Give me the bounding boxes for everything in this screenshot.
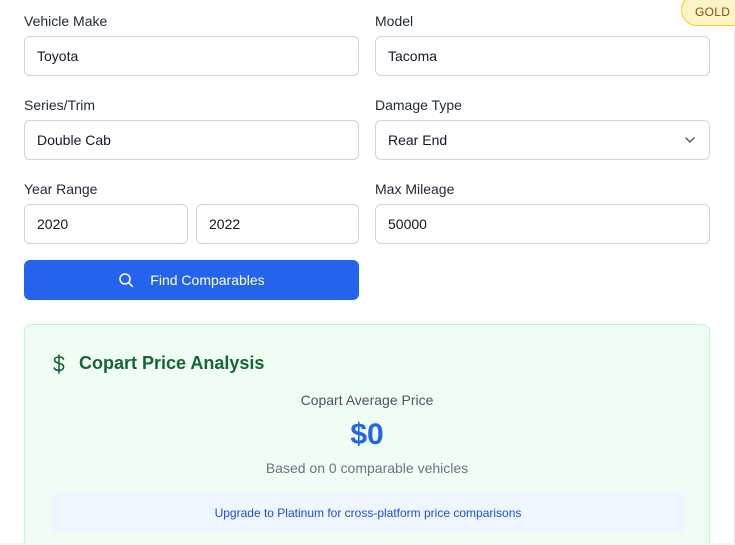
series-trim-label: Series/Trim <box>24 97 96 113</box>
search-icon <box>119 273 134 288</box>
max-mileage-input[interactable] <box>375 204 710 244</box>
series-trim-input[interactable] <box>24 120 359 160</box>
model-input[interactable] <box>375 36 710 76</box>
tier-badge: GOLD <box>681 0 735 26</box>
year-from-input[interactable] <box>24 204 188 244</box>
find-comparables-label: Find Comparables <box>150 272 265 288</box>
damage-type-select[interactable]: Rear End <box>375 120 710 160</box>
find-comparables-button[interactable]: Find Comparables <box>24 260 359 300</box>
average-price-value: $0 <box>350 418 384 451</box>
year-range-label: Year Range <box>24 181 98 197</box>
year-to-input[interactable] <box>196 204 359 244</box>
vehicle-make-input[interactable] <box>24 36 359 76</box>
vehicle-make-label: Vehicle Make <box>24 13 108 29</box>
max-mileage-label: Max Mileage <box>375 181 455 197</box>
comparables-count-text: Based on 0 comparable vehicles <box>265 460 469 476</box>
panel-title-text: Copart Price Analysis <box>79 353 265 373</box>
damage-type-value: Rear End <box>388 132 448 148</box>
dollar-icon <box>53 353 65 374</box>
upgrade-notice[interactable]: Upgrade to Platinum for cross-platform p… <box>51 493 685 533</box>
chevron-down-icon <box>685 137 695 143</box>
average-price-label: Copart Average Price <box>300 392 434 408</box>
damage-type-label: Damage Type <box>375 97 462 113</box>
panel-title: Copart Price Analysis <box>51 353 264 374</box>
price-analysis-panel: Copart Price Analysis Copart Average Pri… <box>24 324 710 545</box>
model-label: Model <box>375 13 414 29</box>
upgrade-notice-text: Upgrade to Platinum for cross-platform p… <box>214 506 522 520</box>
